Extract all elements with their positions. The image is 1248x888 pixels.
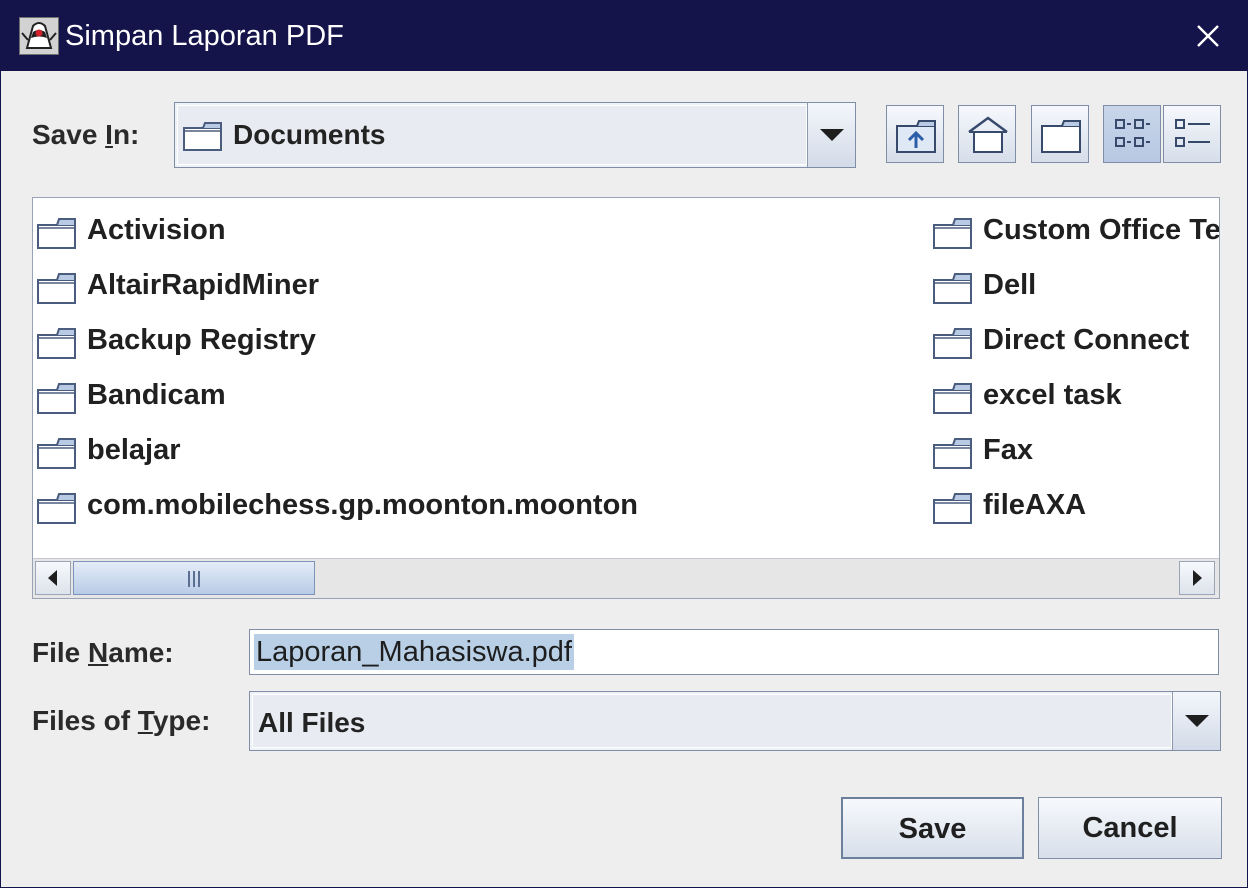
file-list-item[interactable]: Fax [929, 430, 1219, 470]
close-icon [1197, 25, 1219, 47]
file-list-item-label: Backup Registry [87, 324, 316, 356]
folder-icon [37, 493, 76, 524]
file-list-item-label: Bandicam [87, 379, 226, 411]
close-button[interactable] [1187, 16, 1229, 56]
file-name-input[interactable]: Laporan_Mahasiswa.pdf [249, 629, 1219, 675]
java-app-icon [19, 17, 59, 55]
file-list-item[interactable]: com.mobilechess.gp.moonton.moonton [33, 485, 853, 525]
file-type-dropdown-button[interactable] [1172, 692, 1220, 750]
scroll-left-button[interactable] [35, 561, 71, 595]
folder-icon [933, 493, 972, 524]
details-view-button[interactable] [1163, 105, 1221, 163]
file-type-value: All Files [258, 707, 366, 738]
file-list-item[interactable]: Custom Office Te [929, 210, 1220, 250]
file-list-item[interactable]: belajar [33, 430, 853, 470]
file-list-item[interactable]: Dell [929, 265, 1219, 305]
file-list-item-label: belajar [87, 434, 181, 466]
folder-icon [933, 218, 972, 249]
file-type-label: Files of Type: [32, 705, 211, 736]
file-list-item-label: fileAXA [983, 489, 1087, 521]
title-bar[interactable]: Simpan Laporan PDF [1, 1, 1247, 71]
home-button[interactable] [958, 105, 1016, 163]
file-list-item-label: Direct Connect [983, 324, 1190, 356]
file-type-combo[interactable]: All Files [249, 691, 1221, 751]
save-in-label: Save In: [32, 119, 140, 150]
file-name-value: Laporan_Mahasiswa.pdf [254, 634, 574, 670]
arrow-left-icon [48, 570, 57, 586]
save-dialog: Simpan Laporan PDF Save In: Documents Ac… [0, 0, 1248, 888]
save-in-value: Documents [233, 119, 386, 150]
file-list-item-label: AltairRapidMiner [87, 269, 320, 301]
horizontal-scrollbar[interactable] [33, 558, 1219, 598]
folder-icon [183, 122, 222, 151]
details-view-icon [1175, 119, 1210, 147]
file-list-item[interactable]: Backup Registry [33, 320, 853, 360]
file-list-item[interactable]: Direct Connect [929, 320, 1219, 360]
create-new-folder-button[interactable] [1031, 105, 1089, 163]
folder-icon [933, 273, 972, 304]
folder-icon [37, 273, 76, 304]
file-list-item-label: Activision [87, 214, 226, 246]
file-list-item-label: Custom Office Te [983, 214, 1220, 246]
file-name-label: File Name: [32, 637, 174, 668]
file-list-item-label: com.mobilechess.gp.moonton.moonton [87, 489, 638, 521]
scrollbar-thumb[interactable] [73, 561, 315, 595]
arrow-right-icon [1193, 570, 1202, 586]
list-view-icon [1115, 119, 1150, 147]
file-type-combo-field [252, 694, 1172, 748]
file-list-item-label: Dell [983, 269, 1037, 301]
chevron-down-icon [1185, 715, 1209, 727]
folder-icon [37, 383, 76, 414]
file-list-item[interactable]: AltairRapidMiner [33, 265, 853, 305]
file-list-item-label: excel task [983, 379, 1122, 411]
up-one-level-button[interactable] [886, 105, 944, 163]
folder-icon [933, 383, 972, 414]
up-folder-icon [896, 120, 936, 153]
file-list-item[interactable]: Bandicam [33, 375, 853, 415]
file-list-item[interactable]: excel task [929, 375, 1219, 415]
folder-icon [933, 438, 972, 469]
cancel-button[interactable]: Cancel [1038, 797, 1222, 859]
file-list-item[interactable]: Activision [33, 210, 853, 250]
home-icon [968, 116, 1008, 153]
list-view-button[interactable] [1103, 105, 1161, 163]
chevron-down-icon [820, 129, 844, 141]
window-title: Simpan Laporan PDF [65, 20, 344, 52]
folder-icon [37, 328, 76, 359]
save-in-combo[interactable]: Documents [174, 102, 856, 168]
save-in-dropdown-button[interactable] [807, 103, 855, 167]
folder-icon [37, 218, 76, 249]
save-button[interactable]: Save [841, 797, 1024, 859]
file-list-item-label: Fax [983, 434, 1033, 466]
new-folder-icon [1041, 120, 1081, 153]
file-list-item[interactable]: fileAXA [929, 485, 1219, 525]
grip-icon [188, 571, 200, 587]
scroll-right-button[interactable] [1179, 561, 1215, 595]
folder-icon [933, 328, 972, 359]
file-list[interactable]: Activision AltairRapidMiner Backup Registr… [32, 197, 1220, 599]
folder-icon [37, 438, 76, 469]
